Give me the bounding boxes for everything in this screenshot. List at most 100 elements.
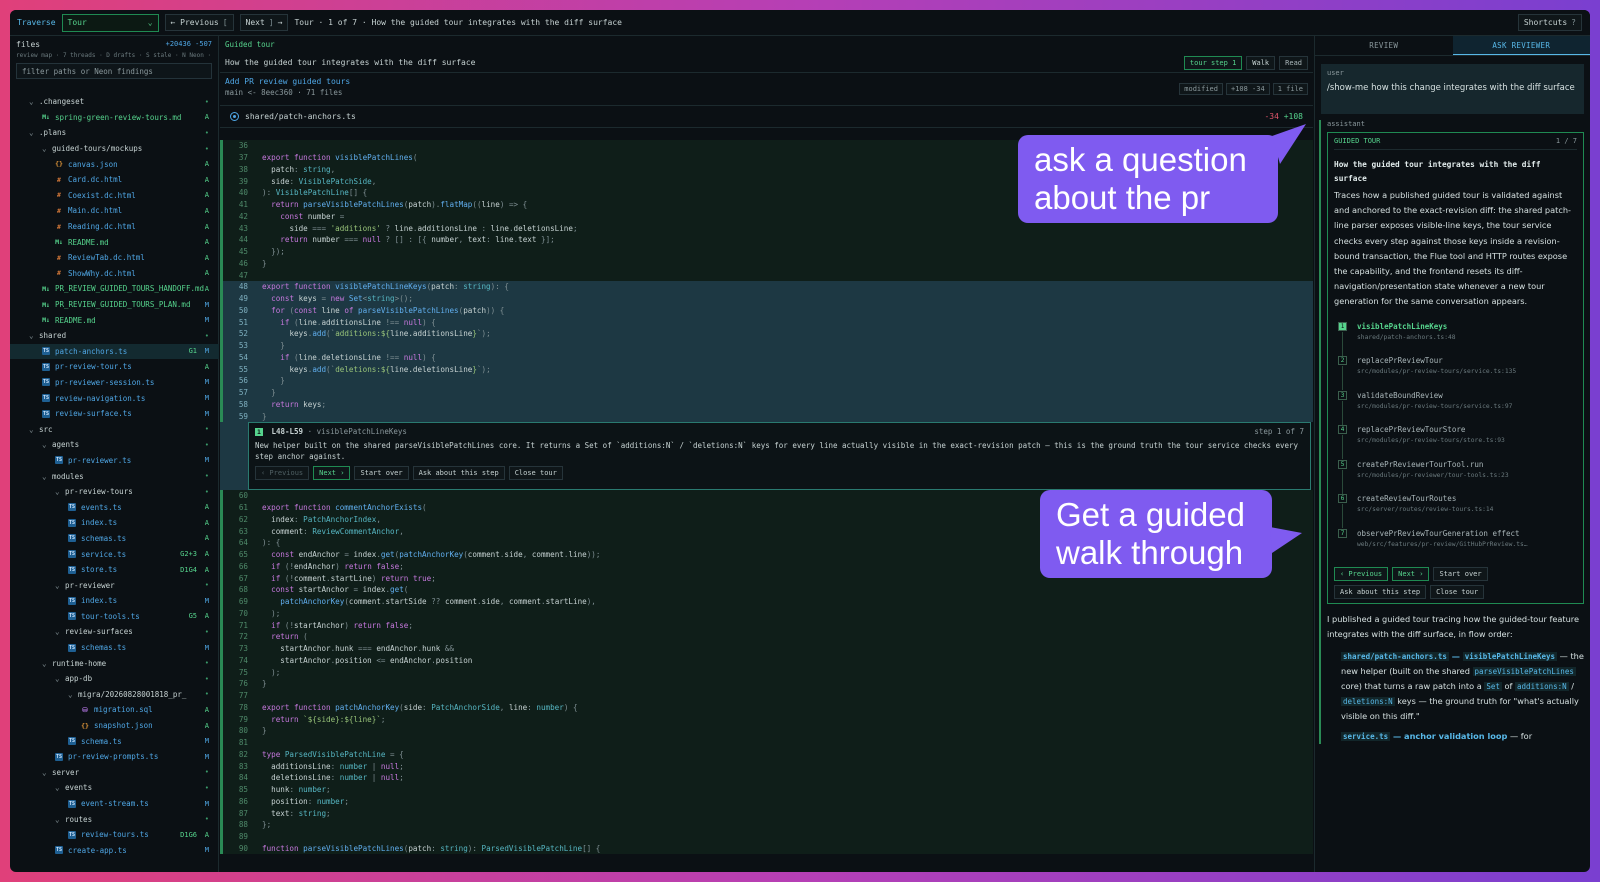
tree-item-label: shared — [39, 331, 67, 341]
callout-ask-button[interactable]: Ask about this step — [412, 466, 505, 480]
tree-file[interactable]: TS patch-anchors.ts G1 M — [10, 343, 219, 360]
tree-folder[interactable]: ⌄ .plans • — [10, 125, 219, 141]
card-previous-button[interactable]: ‹ Previous — [1334, 567, 1389, 582]
tree-file[interactable]: TS review-navigation.ts M — [10, 390, 219, 406]
tree-file[interactable]: # Main.dc.html A — [10, 203, 219, 219]
tree-file[interactable]: TS review-tours.ts D1G6 A — [10, 827, 219, 843]
tree-file[interactable]: M↓ README.md A — [10, 234, 219, 250]
status-badge: A — [204, 113, 209, 122]
code-text: deletionsLine: number | null; — [271, 773, 404, 783]
tour-step-item[interactable]: 4 replacePrReviewTourStore src/modules/pr-… — [1334, 425, 1577, 460]
tree-folder[interactable]: ⌄ runtime-home • — [10, 655, 219, 671]
file-sidebar: files +20436 -507 review map · 7 threads… — [10, 36, 219, 872]
callout-next-button[interactable]: Next › — [313, 466, 351, 480]
tree-file[interactable]: # Coexist.dc.html A — [10, 188, 219, 204]
line-number: 82 — [220, 748, 254, 761]
tour-step-item[interactable]: 2 replacePrReviewTour src/modules/pr-revie… — [1334, 356, 1577, 391]
file-path[interactable]: shared/patch-anchors.ts — [245, 112, 356, 121]
next-button[interactable]: Next ] → — [239, 14, 289, 31]
tree-folder[interactable]: ⌄ review-surfaces • — [10, 624, 219, 640]
tree-file[interactable]: TS event-stream.ts M — [10, 796, 219, 812]
diffstat-tag: +108 -34 — [1225, 83, 1270, 95]
tree-folder[interactable]: ⌄ src • — [10, 421, 219, 437]
mode-select[interactable]: Tour ⌄ — [61, 13, 159, 32]
tree-file[interactable]: M↓ PR_REVIEW_GUIDED_TOURS_HANDOFF.md A — [10, 281, 219, 297]
tree-item-label: pr-reviewer.ts — [68, 455, 132, 465]
tree-file[interactable]: ⛁ migration.sql A — [10, 702, 219, 718]
tree-folder[interactable]: ⌄ migra/20260828001818_pr_ • — [10, 687, 219, 703]
tree-item-label: schemas.ts — [81, 533, 127, 543]
guided-tour-card-count: 1 / 7 — [1555, 137, 1577, 145]
line-range: L48-L59 — [271, 427, 304, 436]
tour-step-item[interactable]: 1 visiblePatchLineKeys shared/patch-anchor… — [1334, 321, 1577, 357]
code-text: if (line.additionsLine !== null) { — [280, 317, 436, 327]
tree-file[interactable]: # Reading.dc.html A — [10, 219, 219, 235]
deletions-count: -507 — [195, 40, 212, 48]
step-name: createReviewTourRoutes — [1357, 494, 1457, 504]
additions-count: +20436 — [165, 40, 191, 48]
shortcuts-button[interactable]: Shortcuts ? — [1517, 14, 1582, 31]
tree-file[interactable]: # Card.dc.html A — [10, 172, 219, 188]
ts-file-icon: TS — [42, 362, 51, 371]
tree-file[interactable]: {} canvas.json A — [10, 156, 219, 172]
pr-title-link[interactable]: Add PR review guided tours — [225, 77, 1308, 86]
tour-step-item[interactable]: 7 observePrReviewTourGeneration effect web… — [1334, 528, 1577, 564]
tree-folder[interactable]: ⌄ shared • — [10, 328, 219, 344]
card-ask-button[interactable]: Ask about this step — [1334, 585, 1427, 600]
card-close-button[interactable]: Close tour — [1430, 585, 1485, 600]
tree-file[interactable]: # ReviewTab.dc.html A — [10, 250, 219, 266]
tree-folder[interactable]: ⌄ pr-review-tours • — [10, 484, 219, 500]
tree-file[interactable]: TS create-app.ts M — [10, 843, 219, 859]
tour-step-item[interactable]: 6 createReviewTourRoutes src/server/routes… — [1334, 494, 1577, 529]
card-start-over-button[interactable]: Start over — [1433, 567, 1488, 582]
tree-file[interactable]: TS pr-review-prompts.ts M — [10, 749, 219, 765]
tree-file[interactable]: TS events.ts A — [10, 499, 219, 515]
previous-button[interactable]: ← Previous [ — [164, 14, 234, 31]
tree-folder[interactable]: ⌄ agents • — [10, 437, 219, 453]
code-line: 74 startAnchor.position <= endAnchor.pos… — [220, 654, 1313, 667]
tree-folder[interactable]: ⌄ .changeset • — [10, 94, 219, 110]
tree-file[interactable]: M↓ PR_REVIEW_GUIDED_TOURS_PLAN.md M — [10, 297, 219, 313]
breadcrumb: Tour · 1 of 7 · How the guided tour inte… — [294, 18, 622, 27]
filter-input[interactable]: filter paths or Neon findings — [16, 63, 212, 79]
tree-file[interactable]: M↓ spring-green-review-tours.md A — [10, 110, 219, 126]
tree-file[interactable]: TS tour-tools.ts G5 A — [10, 609, 219, 625]
code-text: } — [262, 258, 267, 268]
callout-previous-button[interactable]: ‹ Previous — [255, 466, 310, 480]
tree-folder[interactable]: ⌄ guided-tours/mockups • — [10, 141, 219, 157]
tree-file[interactable]: TS schemas.ts M — [10, 640, 219, 656]
status-badge: M — [204, 596, 209, 605]
tree-folder[interactable]: ⌄ app-db • — [10, 671, 219, 687]
tour-step-item[interactable]: 5 createPrReviewerTourTool.run src/modules… — [1334, 459, 1577, 495]
tree-file[interactable]: TS pr-reviewer-session.ts M — [10, 375, 219, 391]
tree-folder[interactable]: ⌄ server • — [10, 765, 219, 781]
tree-folder[interactable]: ⌄ modules • — [10, 468, 219, 484]
tree-folder[interactable]: ⌄ events • — [10, 780, 219, 796]
tree-file[interactable]: TS store.ts D1G4 A — [10, 562, 219, 578]
callout-start-over-button[interactable]: Start over — [354, 466, 409, 480]
tree-folder[interactable]: ⌄ pr-reviewer • — [10, 577, 219, 593]
tree-file[interactable]: # ShowWhy.dc.html A — [10, 266, 219, 282]
tree-file[interactable]: TS service.ts G2+3 A — [10, 546, 219, 562]
tree-file[interactable]: TS schema.ts M — [10, 733, 219, 749]
tour-step-item[interactable]: 3 validateBoundReview src/modules/pr-revie… — [1334, 390, 1577, 426]
tree-file[interactable]: TS review-surface.ts M — [10, 406, 219, 422]
read-toggle[interactable]: Read — [1279, 55, 1308, 70]
walk-toggle[interactable]: Walk — [1246, 55, 1276, 70]
tree-file[interactable]: TS schemas.ts A — [10, 531, 219, 547]
tab-review[interactable]: REVIEW — [1315, 36, 1453, 55]
code-text: } — [271, 388, 276, 398]
card-next-button[interactable]: Next › — [1392, 567, 1430, 582]
tree-folder[interactable]: ⌄ routes • — [10, 811, 219, 827]
tree-file[interactable]: {} snapshot.json A — [10, 718, 219, 734]
tab-ask-reviewer[interactable]: ASK REVIEWER — [1452, 36, 1590, 55]
status-badge: • — [204, 472, 209, 481]
tree-file[interactable]: TS index.ts A — [10, 515, 219, 531]
callout-close-button[interactable]: Close tour — [508, 466, 563, 480]
tree-file[interactable]: M↓ README.md M — [10, 312, 219, 328]
tree-file[interactable]: TS index.ts M — [10, 593, 219, 609]
tree-file[interactable]: TS pr-review-tour.ts A — [10, 359, 219, 375]
code-line: 70 ); — [220, 607, 1313, 620]
tree-file[interactable]: TS pr-reviewer.ts M — [10, 453, 219, 469]
tour-step-pill[interactable]: tour step 1 — [1183, 55, 1243, 70]
